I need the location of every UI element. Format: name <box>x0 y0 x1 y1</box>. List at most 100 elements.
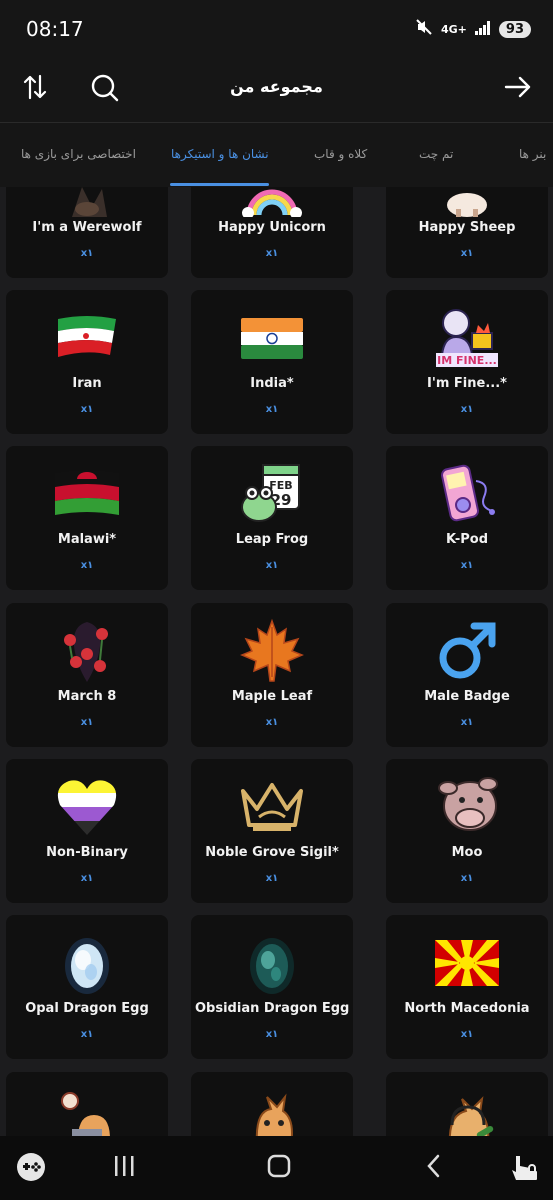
sticker-card[interactable]: Happy Sheep x۱ <box>386 187 548 278</box>
sticker-card[interactable]: Non-Binary x۱ <box>6 759 168 903</box>
cat-sticker-icon <box>191 1084 353 1136</box>
tab-chat-theme[interactable]: تم چت <box>419 147 453 161</box>
sticker-name: I'm a Werewolf <box>32 220 142 235</box>
tab-game-exclusive[interactable]: اختصاصی برای بازی ها <box>21 147 136 161</box>
malawi-flag-icon <box>6 458 168 530</box>
sheep-sticker-icon <box>386 187 548 218</box>
sticker-name: Happy Sheep <box>418 220 516 235</box>
tab-banners[interactable]: بنر ها <box>519 147 546 161</box>
sticker-name: Happy Unicorn <box>218 220 326 235</box>
sticker-quantity: x۱ <box>460 404 474 415</box>
sticker-grid: I'm a Werewolf x۱ Happy Unicorn x۱ Happy… <box>0 187 553 1136</box>
sticker-card[interactable]: Obsidian Dragon Egg x۱ <box>191 915 353 1059</box>
back-arrow-icon[interactable] <box>503 72 533 106</box>
category-tabs: بنر ها تم چت کلاه و قاب نشان ها و استیکر… <box>0 122 553 187</box>
sticker-quantity: x۱ <box>80 1029 94 1040</box>
obsidian-egg-icon <box>191 927 353 999</box>
sticker-name: India* <box>250 376 294 391</box>
system-nav-bar <box>0 1136 553 1200</box>
im-fine-sticker-icon: IM FINE... <box>386 302 548 374</box>
touch-lock-icon[interactable] <box>508 1152 540 1188</box>
sticker-name: Maple Leaf <box>231 689 313 704</box>
sticker-card[interactable]: North Macedonia x۱ <box>386 915 548 1059</box>
status-icons: 4G+ 93 <box>415 18 531 40</box>
india-flag-icon <box>191 302 353 374</box>
sticker-name: Leap Frog <box>235 532 309 547</box>
sticker-quantity: x۱ <box>265 560 279 571</box>
sticker-card[interactable]: FEB 29 Leap Frog x۱ <box>191 446 353 590</box>
signal-icon <box>474 20 491 39</box>
sticker-card[interactable]: I'm a Werewolf x۱ <box>6 187 168 278</box>
iran-flag-icon <box>6 302 168 374</box>
sticker-quantity: x۱ <box>80 404 94 415</box>
sticker-quantity: x۱ <box>80 873 94 884</box>
sticker-card[interactable] <box>386 1072 548 1136</box>
network-label: 4G+ <box>441 22 467 36</box>
tab-hats-frames[interactable]: کلاه و قاب <box>314 147 367 161</box>
sticker-name: Malawi* <box>57 532 117 547</box>
north-macedonia-flag-icon <box>386 927 548 999</box>
status-time: 08:17 <box>26 17 84 41</box>
battery-badge: 93 <box>498 20 531 38</box>
opal-egg-icon <box>6 927 168 999</box>
sticker-quantity: x۱ <box>265 873 279 884</box>
sticker-quantity: x۱ <box>80 248 94 259</box>
sticker-quantity: x۱ <box>265 404 279 415</box>
cat-laptop-sticker-icon <box>6 1084 168 1136</box>
game-controller-icon[interactable] <box>16 1152 46 1186</box>
active-tab-indicator <box>170 183 269 186</box>
sticker-quantity: x۱ <box>265 248 279 259</box>
sticker-quantity: x۱ <box>460 717 474 728</box>
sticker-quantity: x۱ <box>80 560 94 571</box>
back-icon[interactable] <box>424 1152 444 1184</box>
page-title: مجموعه من <box>230 77 323 96</box>
sticker-name: K-Pod <box>445 532 489 547</box>
sticker-name: Iran <box>72 376 102 391</box>
sticker-quantity: x۱ <box>460 248 474 259</box>
sticker-quantity: x۱ <box>80 717 94 728</box>
sticker-card[interactable]: Moo x۱ <box>386 759 548 903</box>
leap-frog-sticker-icon: FEB 29 <box>191 458 353 530</box>
sticker-name: North Macedonia <box>404 1001 530 1016</box>
mute-icon <box>415 18 433 40</box>
cat-headset-sticker-icon <box>386 1084 548 1136</box>
home-icon[interactable] <box>265 1152 293 1184</box>
sticker-quantity: x۱ <box>460 1029 474 1040</box>
sticker-name: Non-Binary <box>46 845 128 860</box>
sticker-name: I'm Fine...* <box>427 376 507 391</box>
sticker-card[interactable]: K-Pod x۱ <box>386 446 548 590</box>
sticker-name: Male Badge <box>424 689 510 704</box>
sticker-name: March 8 <box>57 689 117 704</box>
app-header: مجموعه من <box>0 60 553 122</box>
sticker-card[interactable]: Malawi* x۱ <box>6 446 168 590</box>
recent-apps-icon[interactable] <box>112 1152 136 1184</box>
maple-leaf-icon <box>191 615 353 687</box>
sticker-card[interactable]: India* x۱ <box>191 290 353 434</box>
sticker-card[interactable]: IM FINE... I'm Fine...* x۱ <box>386 290 548 434</box>
moo-sticker-icon <box>386 771 548 843</box>
sticker-name: Obsidian Dragon Egg <box>195 1001 350 1016</box>
sticker-name: Noble Grove Sigil* <box>205 845 339 860</box>
svg-text:IM FINE...: IM FINE... <box>437 354 497 367</box>
non-binary-heart-icon <box>6 771 168 843</box>
sticker-name: Opal Dragon Egg <box>25 1001 149 1016</box>
tab-badges-stickers[interactable]: نشان ها و استیکرها <box>171 147 269 161</box>
sticker-name: Moo <box>451 845 483 860</box>
sticker-quantity: x۱ <box>265 717 279 728</box>
march-8-sticker-icon <box>6 615 168 687</box>
sticker-card[interactable]: Happy Unicorn x۱ <box>191 187 353 278</box>
sticker-card[interactable]: Male Badge x۱ <box>386 603 548 747</box>
sticker-card[interactable]: Opal Dragon Egg x۱ <box>6 915 168 1059</box>
sticker-card[interactable]: Maple Leaf x۱ <box>191 603 353 747</box>
sticker-card[interactable]: Iran x۱ <box>6 290 168 434</box>
sticker-card[interactable]: Noble Grove Sigil* x۱ <box>191 759 353 903</box>
status-bar: 08:17 4G+ 93 <box>0 0 553 60</box>
crown-sigil-icon <box>191 771 353 843</box>
werewolf-sticker-icon <box>6 187 168 218</box>
sticker-card[interactable] <box>6 1072 168 1136</box>
sticker-quantity: x۱ <box>460 560 474 571</box>
unicorn-sticker-icon <box>191 187 353 218</box>
sticker-card[interactable] <box>191 1072 353 1136</box>
sticker-quantity: x۱ <box>265 1029 279 1040</box>
sticker-card[interactable]: March 8 x۱ <box>6 603 168 747</box>
